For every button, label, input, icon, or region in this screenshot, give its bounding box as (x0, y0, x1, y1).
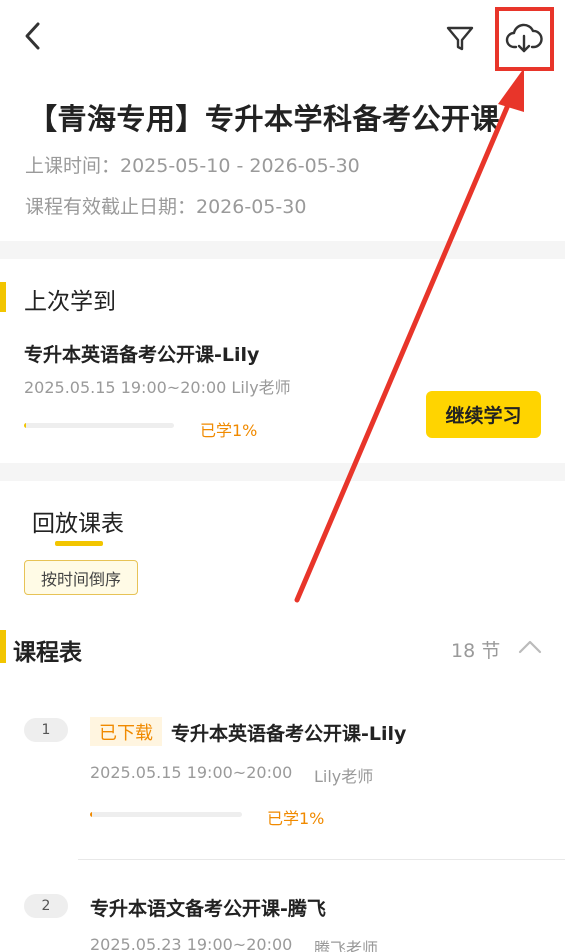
lesson-teacher: Lily老师 (314, 767, 374, 786)
lesson-progress-text: 已学1% (267, 809, 325, 828)
back-arrow-icon (25, 22, 40, 50)
back-button[interactable] (18, 18, 50, 54)
lesson-time: 2025.05.23 19:00~20:00 (90, 935, 293, 952)
course-title: 【青海专用】专升本学科备考公开课 (28, 102, 501, 136)
sort-by-time-desc-chip[interactable]: 按时间倒序 (24, 560, 138, 595)
annotation-highlight-box (495, 7, 554, 71)
collapse-button[interactable] (515, 634, 545, 660)
section-accent-bar (0, 282, 6, 312)
lesson-count: 18 节 (451, 640, 501, 662)
schedule-heading: 课程表 (13, 640, 82, 666)
downloaded-badge: 已下载 (90, 717, 162, 746)
last-lesson-title[interactable]: 专升本英语备考公开课-Lily (24, 340, 259, 367)
lesson-number: 1 (24, 718, 68, 742)
chevron-up-icon (518, 640, 542, 654)
top-bar (0, 0, 565, 72)
lesson-time: 2025.05.15 19:00~20:00 (90, 763, 293, 782)
lesson-title[interactable]: 专升本语文备考公开课-腾飞 (90, 894, 326, 921)
filter-button[interactable] (444, 22, 476, 54)
last-lesson-progress-text: 已学1% (200, 421, 258, 440)
tab-replay-schedule[interactable]: 回放课表 (32, 504, 124, 538)
section-accent-bar (0, 630, 6, 663)
class-time: 上课时间：2025-05-10 - 2026-05-30 (25, 155, 360, 177)
app-screen: 【青海专用】专升本学科备考公开课 上课时间：2025-05-10 - 2026-… (0, 0, 565, 952)
section-divider (0, 241, 565, 259)
section-divider (0, 463, 565, 481)
continue-learning-button[interactable]: 继续学习 (426, 391, 541, 438)
lesson-number: 2 (24, 894, 68, 918)
lesson-progress-bar (90, 812, 242, 817)
lesson-progress-fill (90, 812, 93, 817)
last-lesson-meta: 2025.05.15 19:00~20:00 Lily老师 (24, 378, 291, 397)
lesson-teacher: 腾飞老师 (314, 939, 379, 952)
last-lesson-progress-bar (24, 423, 174, 428)
active-tab-indicator (55, 541, 103, 546)
valid-until: 课程有效截止日期：2026-05-30 (25, 196, 307, 218)
last-studied-heading: 上次学到 (24, 289, 116, 315)
filter-icon (446, 26, 474, 51)
lesson-title[interactable]: 专升本英语备考公开课-Lily (171, 719, 406, 746)
last-lesson-progress-fill (24, 423, 27, 428)
row-divider (78, 859, 565, 860)
